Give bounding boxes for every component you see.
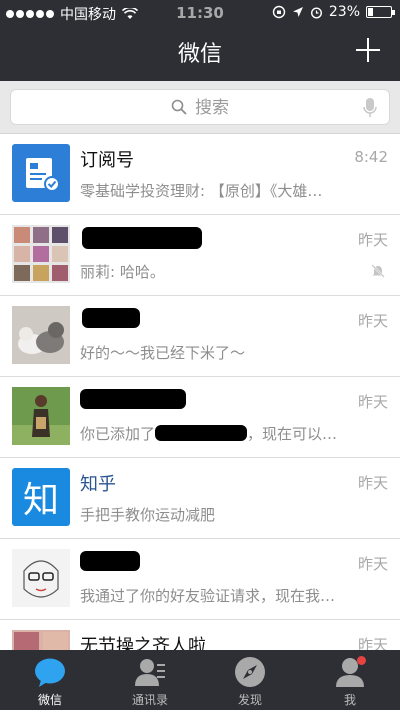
redaction-mark: [82, 227, 202, 249]
chat-row-subscriptions[interactable]: 订阅号 8:42 零基础学投资理财: 【原创】《大雄…: [0, 134, 400, 215]
tab-label: 微信: [37, 693, 62, 707]
search-input[interactable]: [195, 96, 315, 120]
tab-bar: 微信 通讯录 发现 我: [0, 650, 400, 710]
subscription-avatar: [12, 144, 70, 202]
tab-label: 我: [343, 693, 356, 707]
tab-me[interactable]: 我: [300, 650, 400, 710]
chat-time: 昨天: [357, 231, 388, 249]
redaction-mark: [80, 389, 186, 409]
battery-percent: 23%: [328, 4, 360, 20]
contact-avatar: [12, 549, 70, 607]
alarm-icon: [310, 6, 322, 19]
chat-time: 昨天: [357, 393, 388, 411]
tab-discover[interactable]: 发现: [200, 650, 300, 710]
tab-contacts[interactable]: 通讯录: [100, 650, 200, 710]
group-photo-grid: [14, 632, 68, 650]
redaction-mark: [80, 551, 140, 571]
chat-time: 8:42: [354, 148, 388, 166]
rotation-lock-icon: [272, 5, 286, 19]
tab-label: 发现: [237, 693, 262, 707]
contact-avatar: [12, 306, 70, 364]
chat-name: 知乎: [80, 474, 116, 495]
zhihu-logo: 知: [22, 480, 59, 521]
search-icon: [171, 99, 187, 115]
chat-preview: 我通过了你的好友验证请求，现在我…: [80, 587, 336, 605]
chat-preview: 丽莉: 哈哈。: [80, 263, 165, 281]
contacts-icon: [135, 659, 165, 686]
tab-label: 通讯录: [131, 693, 168, 707]
top-bar: 中国移动 11:30 23% 微信: [0, 0, 400, 81]
chat-time: 昨天: [357, 312, 388, 330]
microphone-icon[interactable]: [363, 97, 377, 119]
tab-chats[interactable]: 微信: [0, 650, 100, 710]
group-photo-grid: [14, 227, 68, 281]
zhihu-avatar: 知: [12, 468, 70, 526]
compass-icon: [235, 657, 265, 687]
chat-preview: 手把手教你运动减肥: [80, 506, 216, 524]
preview-text-end: ，现在可以…: [247, 425, 338, 443]
cat-photo: [12, 306, 70, 364]
chat-row-contact[interactable]: 昨天 我通过了你的好友验证请求，现在我…: [0, 539, 400, 620]
person-photo: [12, 387, 70, 445]
chat-preview: 你已添加了 ，现在可以…: [80, 423, 382, 444]
group-avatar: [12, 630, 70, 650]
preview-text-start: 你已添加了: [80, 425, 156, 443]
chat-list[interactable]: 订阅号 8:42 零基础学投资理财: 【原创】《大雄… 昨天 丽莉: 哈哈。 昨…: [0, 134, 400, 650]
search-box[interactable]: [10, 89, 390, 125]
redaction-mark: [155, 425, 248, 441]
sketch-portrait: [12, 549, 70, 607]
subscription-icon: [26, 158, 60, 192]
group-avatar: [12, 225, 70, 283]
add-button[interactable]: [354, 36, 382, 64]
search-area: [0, 81, 400, 134]
chat-row-zhihu[interactable]: 知 知乎 昨天 手把手教你运动减肥: [0, 458, 400, 539]
contact-avatar: [12, 387, 70, 445]
chat-row-group[interactable]: 昨天 丽莉: 哈哈。: [0, 215, 400, 296]
battery-icon: [366, 6, 395, 18]
chat-time: 昨天: [357, 555, 388, 573]
chat-preview: 零基础学投资理财: 【原创】《大雄…: [80, 182, 323, 200]
chat-time: 昨天: [357, 636, 388, 650]
redaction-mark: [82, 308, 140, 328]
chat-name: 无节操之齐人啦: [80, 636, 206, 650]
chat-name: 订阅号: [80, 150, 134, 171]
mute-bell-icon: [371, 264, 385, 278]
page-title: 微信: [177, 42, 222, 67]
chat-preview: 好的～～我已经下米了～: [80, 344, 246, 362]
chat-time: 昨天: [357, 474, 388, 492]
notification-badge: [357, 656, 366, 665]
location-arrow-icon: [292, 7, 303, 17]
status-bar: 中国移动 11:30 23%: [0, 0, 400, 26]
chat-row-contact[interactable]: 昨天 好的～～我已经下米了～: [0, 296, 400, 377]
chat-row-group[interactable]: 无节操之齐人啦 昨天: [0, 620, 400, 650]
chat-bubble-icon: [35, 658, 65, 687]
chat-row-contact[interactable]: 昨天 你已添加了 ，现在可以…: [0, 377, 400, 458]
